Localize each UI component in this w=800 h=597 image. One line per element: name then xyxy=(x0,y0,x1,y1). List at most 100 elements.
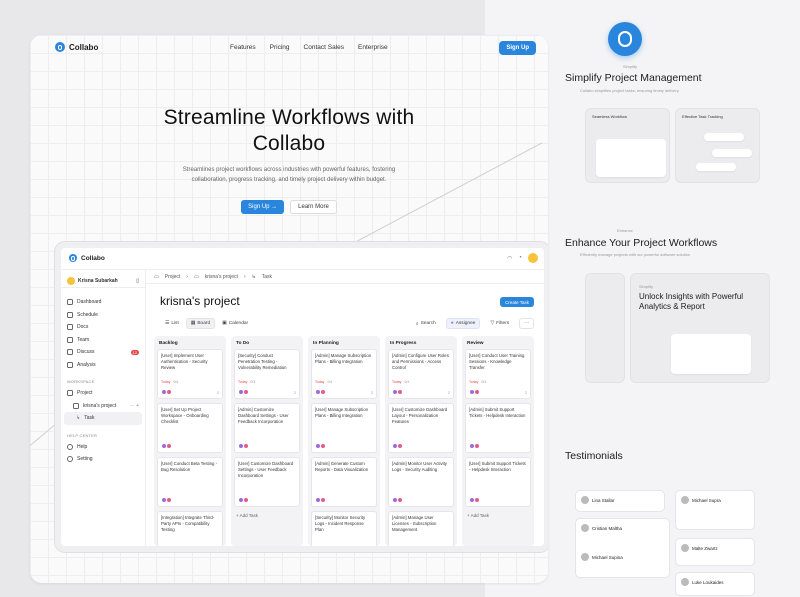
comment-count: 2 xyxy=(217,391,219,395)
sidebar-item-help[interactable]: Help xyxy=(67,441,139,454)
task-card[interactable]: [User] Customize Dashboard Settings - Us… xyxy=(234,457,300,507)
task-card[interactable]: [Security] Conduct Penetration Testing -… xyxy=(234,349,300,399)
create-task-button[interactable]: Create Task xyxy=(500,297,534,307)
breadcrumb-item[interactable]: Task xyxy=(262,274,272,280)
filters-button[interactable]: ▽ Filters xyxy=(486,319,513,328)
task-card[interactable]: [Admin] Generate Custom Reports - Data V… xyxy=(311,457,377,507)
sidebar-item-setting[interactable]: Setting xyxy=(67,453,139,466)
nav-link-pricing[interactable]: Pricing xyxy=(270,44,290,51)
collabo-logo-icon xyxy=(608,22,642,56)
collabo-logo-icon xyxy=(55,42,65,52)
task-meta: Today 0/4 xyxy=(161,380,178,384)
team-icon xyxy=(67,336,73,343)
assignee-avatars xyxy=(469,389,480,395)
more-icon[interactable]: ··· + xyxy=(130,403,139,409)
tab-board[interactable]: ▦ Board xyxy=(185,318,216,329)
sidebar-item-project[interactable]: Project xyxy=(67,387,139,400)
headphones-icon[interactable]: ◠ xyxy=(507,255,512,262)
nav-link-features[interactable]: Features xyxy=(230,44,256,51)
task-card[interactable]: [Admin] Submit Support Tickets - Helpdes… xyxy=(465,403,531,453)
avatar[interactable] xyxy=(528,253,538,263)
tab-list[interactable]: ☰ List xyxy=(160,318,184,329)
avatar xyxy=(67,276,75,285)
board-column: Review [User] Conduct User Training Sessi… xyxy=(462,336,534,546)
task-card[interactable]: [Admin] Configure User Roles and Permiss… xyxy=(388,349,454,399)
sidebar-item-analysis[interactable]: Analysis xyxy=(67,359,139,372)
sidebar-toggle-icon[interactable]: ▯ xyxy=(136,278,139,284)
column-title: To Do xyxy=(236,341,250,346)
learn-more-button[interactable]: Learn More xyxy=(290,200,337,214)
task-card[interactable]: [Integration] Integrate Third-Party APIs… xyxy=(157,511,223,546)
user-switcher[interactable]: Krisna Subarkah ▯ xyxy=(61,274,145,288)
nav-link-enterprise[interactable]: Enterprise xyxy=(358,44,388,51)
bg-tag: Simplify xyxy=(623,64,638,69)
avatar xyxy=(243,497,249,503)
due-date: Today xyxy=(469,380,479,384)
task-card[interactable]: [Admin] Monitor User Activity Logs - Sec… xyxy=(388,457,454,507)
task-card[interactable]: [Admin] Manage User Licenses - Subscript… xyxy=(388,511,454,552)
collabo-logo-icon xyxy=(69,254,77,262)
task-card[interactable]: [User] Manage Subscription Plans - Billi… xyxy=(311,403,377,453)
task-card[interactable]: [User] Set Up Project Workspace - Onboar… xyxy=(157,403,223,453)
add-task-button[interactable]: + Add Task xyxy=(465,511,531,520)
task-card[interactable]: [User] Submit Support Tickets - Helpdesk… xyxy=(465,457,531,507)
task-card[interactable]: [User] Customize Dashboard Layout - Pers… xyxy=(388,403,454,453)
sidebar-item-schedule[interactable]: Schedule xyxy=(67,309,139,322)
avatar xyxy=(320,497,326,503)
board-column: To Do [Security] Conduct Penetration Test… xyxy=(231,336,303,546)
tab-calendar[interactable]: ▣ Calendar xyxy=(217,318,253,329)
assignee-avatars xyxy=(315,389,326,395)
task-card[interactable]: [User] Implement User Authentication - S… xyxy=(157,349,223,399)
assignee-avatars xyxy=(315,551,325,552)
sidebar-item-discuss[interactable]: Discuss 12 xyxy=(67,346,139,359)
avatar xyxy=(474,443,480,449)
bg-sub-2: Efficiently manage projects with our pow… xyxy=(580,252,691,257)
board-column: Backlog [User] Implement User Authenticat… xyxy=(154,336,226,546)
avatar xyxy=(397,389,403,395)
sidebar: Krisna Subarkah ▯ Dashboard Schedule Docs… xyxy=(61,270,146,546)
assignee-avatars xyxy=(315,497,326,503)
task-card[interactable]: [Security] Monitor Security Logs - Incid… xyxy=(311,511,377,552)
sidebar-item-dashboard[interactable]: Dashboard xyxy=(67,296,139,309)
assignee-filter[interactable]: ● Assignee xyxy=(445,318,481,329)
avatar xyxy=(397,551,403,552)
due-date: Today xyxy=(392,380,402,384)
search-button[interactable]: ⌕ Search xyxy=(412,319,440,329)
sidebar-item-docs[interactable]: Docs xyxy=(67,321,139,334)
subtask-count: 0/3 xyxy=(250,380,256,384)
more-options-button[interactable]: ··· xyxy=(519,318,534,329)
document-icon xyxy=(67,324,73,331)
task-card[interactable]: [User] Conduct Beta Testing - Bug Resolu… xyxy=(157,457,223,507)
sidebar-item-task[interactable]: ↳ Task xyxy=(64,412,142,425)
testimonial-card: Cristian Maltha Michael Supina xyxy=(575,518,670,578)
add-task-button[interactable]: + Add Task xyxy=(234,511,300,520)
bell-icon[interactable]: ◔ xyxy=(518,255,522,261)
breadcrumb-item[interactable]: Project xyxy=(165,274,181,280)
subtask-count: 0/4 xyxy=(481,380,487,384)
app-preview: Collabo ◠ ◔ Krisna Subarkah ▯ Dashboard S… xyxy=(55,242,548,552)
sidebar-item-team[interactable]: Team xyxy=(67,334,139,347)
task-card[interactable]: [User] Conduct User Training Sessions - … xyxy=(465,349,531,399)
breadcrumb-item[interactable]: krisna's project xyxy=(205,274,238,280)
nav-signup-button[interactable]: Sign Up xyxy=(499,41,536,55)
task-title: [Integration] Integrate Third-Party APIs… xyxy=(161,515,215,532)
folder-icon xyxy=(73,402,79,409)
search-icon: ⌕ xyxy=(415,321,419,327)
help-icon xyxy=(67,443,73,450)
column-title: In Planning xyxy=(313,341,339,346)
task-title: [User] Conduct Beta Testing - Bug Resolu… xyxy=(161,461,218,472)
column-title: Backlog xyxy=(159,341,178,346)
hero-signup-button[interactable]: Sign Up → xyxy=(241,200,285,214)
avatar xyxy=(320,443,326,449)
toolbar: ⌕ Search ● Assignee ▽ Filters ··· xyxy=(412,318,534,329)
sidebar-item-label: Help xyxy=(77,443,88,450)
brand-name: Collabo xyxy=(69,42,99,52)
task-card[interactable]: [Admin] Manage Subscription Plans - Bill… xyxy=(311,349,377,399)
sidebar-item-label: Dashboard xyxy=(77,299,102,306)
bg-card-left xyxy=(585,273,625,383)
brand[interactable]: Collabo xyxy=(55,42,98,52)
task-card[interactable]: [Admin] Customize Dashboard Settings - U… xyxy=(234,403,300,453)
nav-link-contact-sales[interactable]: Contact Sales xyxy=(304,44,344,51)
sidebar-item-krisnas-project[interactable]: krisna's project ··· + xyxy=(67,400,139,413)
assignee-avatars xyxy=(161,389,172,395)
